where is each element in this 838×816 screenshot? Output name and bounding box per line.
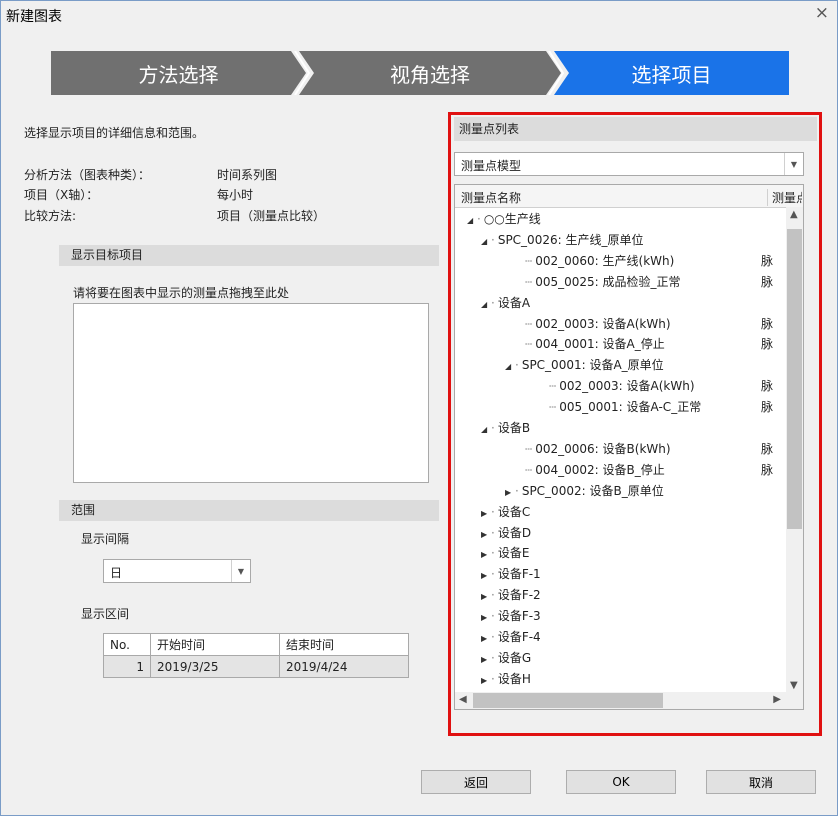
info-value-method: 时间系列图	[217, 168, 278, 182]
dialog-title: 新建图表	[6, 9, 62, 25]
ok-button[interactable]: OK	[566, 770, 676, 794]
period-label: 显示区间	[81, 607, 130, 621]
highlight-frame	[448, 112, 822, 736]
info-label-method: 分析方法（图表种类）：	[24, 168, 151, 182]
cell-end[interactable]: 2019/4/24	[279, 655, 409, 678]
step-view-select[interactable]: 视角选择	[299, 51, 561, 95]
instruction-text: 选择显示项目的详细信息和范围。	[24, 126, 205, 140]
table-row[interactable]: 1 2019/3/25 2019/4/24	[103, 655, 409, 678]
interval-label: 显示间隔	[81, 532, 130, 546]
col-header-no: No.	[103, 633, 151, 656]
cell-no: 1	[103, 655, 151, 678]
info-value-compare: 项目（测量点比较）	[217, 209, 326, 223]
target-section-header: 显示目标项目	[59, 245, 439, 266]
range-section-header: 范围	[59, 500, 439, 521]
info-label-item: 项目（X轴）：	[24, 188, 99, 202]
step-separator-icon	[294, 51, 311, 95]
chevron-down-icon[interactable]: ▼	[231, 560, 250, 582]
target-drop-zone[interactable]	[73, 303, 429, 483]
step-separator-icon	[548, 51, 565, 95]
step-label: 方法选择	[138, 62, 219, 87]
dialog-window: 新建图表 × 方法选择 视角选择 选择项目 选择显示项目的详细信息和范围。 分析…	[0, 0, 838, 816]
cell-start[interactable]: 2019/3/25	[150, 655, 280, 678]
step-item-select[interactable]: 选择项目	[554, 51, 789, 95]
step-method-select[interactable]: 方法选择	[51, 51, 306, 95]
wizard-steps: 方法选择 视角选择 选择项目	[51, 51, 789, 95]
back-button[interactable]: 返回	[421, 770, 531, 794]
cancel-button[interactable]: 取消	[706, 770, 816, 794]
drop-hint: 请将要在图表中显示的测量点拖拽至此处	[73, 286, 290, 300]
range-table: No. 开始时间 结束时间 1 2019/3/25 2019/4/24	[103, 633, 409, 678]
interval-select[interactable]: 日 ▼	[103, 559, 251, 583]
col-header-end: 结束时间	[279, 633, 409, 656]
info-value-item: 每小时	[217, 188, 254, 202]
table-header-row: No. 开始时间 结束时间	[103, 633, 409, 656]
step-label: 选择项目	[631, 62, 712, 87]
info-label-compare: 比较方法:	[24, 209, 77, 223]
close-icon[interactable]: ×	[815, 3, 829, 23]
title-bar: 新建图表 ×	[1, 1, 837, 27]
step-label: 视角选择	[390, 62, 470, 87]
col-header-start: 开始时间	[150, 633, 280, 656]
interval-value: 日	[110, 566, 123, 580]
